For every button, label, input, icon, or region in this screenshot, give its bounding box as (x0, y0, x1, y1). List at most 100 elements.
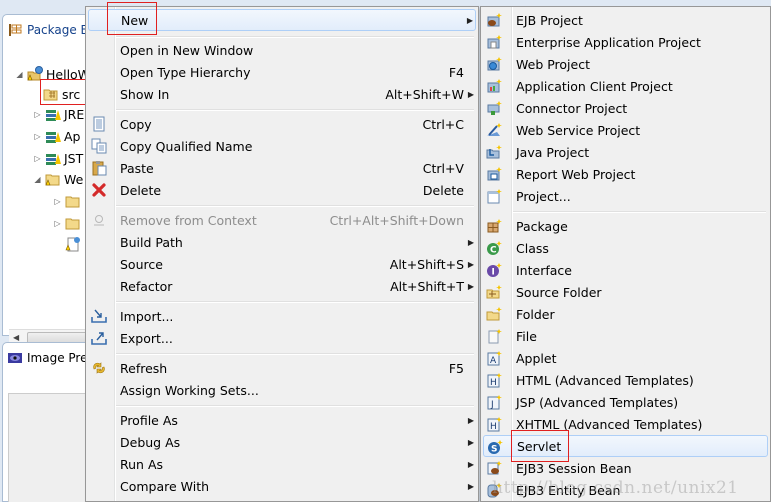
menu-item-label: Source (120, 256, 163, 272)
tree-item-app-libs[interactable]: ▷ Ap (33, 126, 80, 146)
library-icon (46, 132, 61, 143)
collapsed-icon[interactable]: ▷ (33, 154, 42, 163)
eye-icon (8, 353, 22, 363)
entity-bean-icon (487, 483, 502, 498)
menu-item-paste[interactable]: Paste Ctrl+V (88, 157, 476, 179)
menu-item-refresh[interactable]: Refresh F5 (88, 357, 476, 379)
submenu-item-class[interactable]: C Class (483, 237, 768, 259)
submenu-item-html[interactable]: H HTML (Advanced Templates) (483, 369, 768, 391)
web-file-icon (65, 237, 80, 252)
menu-item-shortcut: Ctrl+Alt+Shift+Down (329, 212, 464, 228)
menu-item-source[interactable]: Source Alt+Shift+S ▶ (88, 253, 476, 275)
app-client-project-icon (487, 79, 502, 93)
menu-item-show-in[interactable]: Show In Alt+Shift+W ▶ (88, 83, 476, 105)
menu-item-profile-as[interactable]: Profile As ▶ (88, 409, 476, 431)
copy-icon (93, 116, 105, 132)
tree-item-webroot[interactable]: ◢ We (33, 169, 83, 189)
tree-item-jst[interactable]: ▷ JST (33, 148, 83, 168)
library-icon (46, 110, 61, 121)
menu-item-label: Run As (120, 456, 164, 472)
submenu-item-web-project[interactable]: Web Project (483, 53, 768, 75)
submenu-item-jsp[interactable]: J JSP (Advanced Templates) (483, 391, 768, 413)
submenu-item-package[interactable]: Package (483, 215, 768, 237)
submenu-item-label: Folder (516, 306, 555, 322)
svg-text:C: C (490, 246, 497, 256)
menu-item-run-as[interactable]: Run As ▶ (88, 453, 476, 475)
submenu-item-label: EJB3 Entity Bean (516, 482, 621, 498)
menu-item-copy-qualified-name[interactable]: Copy Qualified Name (88, 135, 476, 157)
collapsed-icon[interactable]: ▷ (33, 110, 42, 119)
menu-item-debug-as[interactable]: Debug As ▶ (88, 431, 476, 453)
folder-icon (45, 174, 60, 186)
menu-item-compare-with[interactable]: Compare With ▶ (88, 475, 476, 497)
menu-item-label: Copy (120, 116, 152, 132)
menu-item-delete[interactable]: Delete Delete (88, 179, 476, 201)
submenu-item-enterprise-application-project[interactable]: Enterprise Application Project (483, 31, 768, 53)
interface-icon: I (487, 263, 502, 278)
submenu-item-source-folder[interactable]: Source Folder (483, 281, 768, 303)
web-service-project-icon (487, 123, 502, 136)
menu-item-export[interactable]: Export... (88, 327, 476, 349)
submenu-item-java-project[interactable]: Java Project (483, 141, 768, 163)
library-icon (46, 154, 61, 165)
tree-item-file[interactable] (65, 234, 81, 254)
menu-item-copy[interactable]: Copy Ctrl+C (88, 113, 476, 135)
submenu-item-label: Java Project (516, 144, 590, 160)
menu-item-assign-working-sets[interactable]: Assign Working Sets... (88, 379, 476, 401)
submenu-arrow-icon: ▶ (467, 89, 474, 99)
delete-icon (92, 183, 106, 197)
tree-item-folder[interactable]: ▷ (53, 191, 81, 211)
submenu-arrow-icon: ▶ (467, 415, 474, 425)
submenu-item-ejb3-entity-bean[interactable]: EJB3 Entity Bean (483, 479, 768, 501)
html-icon: H (487, 373, 502, 388)
menu-separator (116, 353, 474, 355)
expanded-icon[interactable]: ◢ (15, 70, 24, 79)
scroll-left-icon[interactable]: ◀ (13, 333, 19, 342)
tree-item-label: JRE (64, 106, 85, 122)
menu-item-label: Delete (120, 182, 162, 198)
submenu-item-connector-project[interactable]: Connector Project (483, 97, 768, 119)
tree-item-folder[interactable]: ▷ (53, 213, 81, 233)
tree-item-jre[interactable]: ▷ JRE (33, 104, 84, 124)
menu-item-shortcut: Ctrl+C (422, 116, 464, 132)
submenu-item-label: Source Folder (516, 284, 602, 300)
submenu-item-web-service-project[interactable]: Web Service Project (483, 119, 768, 141)
enterprise-app-project-icon (487, 35, 502, 49)
submenu-item-label: Application Client Project (516, 78, 673, 94)
collapsed-icon[interactable]: ▷ (53, 219, 62, 228)
submenu-arrow-icon: ▶ (467, 459, 474, 469)
menu-item-refactor[interactable]: Refactor Alt+Shift+T ▶ (88, 275, 476, 297)
submenu-item-report-web-project[interactable]: Report Web Project (483, 163, 768, 185)
submenu-item-applet[interactable]: A Applet (483, 347, 768, 369)
menu-item-open-in-new-window[interactable]: Open in New Window (88, 39, 476, 61)
menu-item-shortcut: Alt+Shift+W (385, 86, 464, 102)
expanded-icon[interactable]: ◢ (33, 175, 42, 184)
folder-icon (486, 307, 502, 321)
collapsed-icon[interactable]: ▷ (33, 132, 42, 141)
menu-item-label: Profile As (120, 412, 178, 428)
image-preview-tab[interactable]: Image Prev (7, 347, 95, 369)
class-icon: C (487, 241, 502, 256)
menu-item-shortcut: F5 (448, 360, 464, 376)
submenu-arrow-icon: ▶ (466, 15, 473, 25)
menu-item-label: Assign Working Sets... (120, 382, 259, 398)
menu-item-label: Debug As (120, 434, 181, 450)
menu-item-import[interactable]: Import... (88, 305, 476, 327)
submenu-item-file[interactable]: File (483, 325, 768, 347)
submenu-item-folder[interactable]: Folder (483, 303, 768, 325)
menu-item-build-path[interactable]: Build Path ▶ (88, 231, 476, 253)
submenu-item-label: JSP (Advanced Templates) (516, 394, 679, 410)
jsp-icon: J (487, 395, 502, 410)
submenu-item-project[interactable]: Project... (483, 185, 768, 207)
annotation-box-servlet (511, 430, 569, 462)
context-menu: New ▶ Open in New Window Open Type Hiera… (85, 6, 479, 502)
menu-item-label: Open in New Window (120, 42, 254, 58)
ejb-project-icon (487, 13, 502, 27)
submenu-item-interface[interactable]: I Interface (483, 259, 768, 281)
submenu-item-ejb-project[interactable]: EJB Project (483, 9, 768, 31)
submenu-item-application-client-project[interactable]: Application Client Project (483, 75, 768, 97)
svg-text:A: A (490, 356, 497, 366)
submenu-item-label: Web Project (516, 56, 590, 72)
menu-item-open-type-hierarchy[interactable]: Open Type Hierarchy F4 (88, 61, 476, 83)
collapsed-icon[interactable]: ▷ (53, 197, 62, 206)
